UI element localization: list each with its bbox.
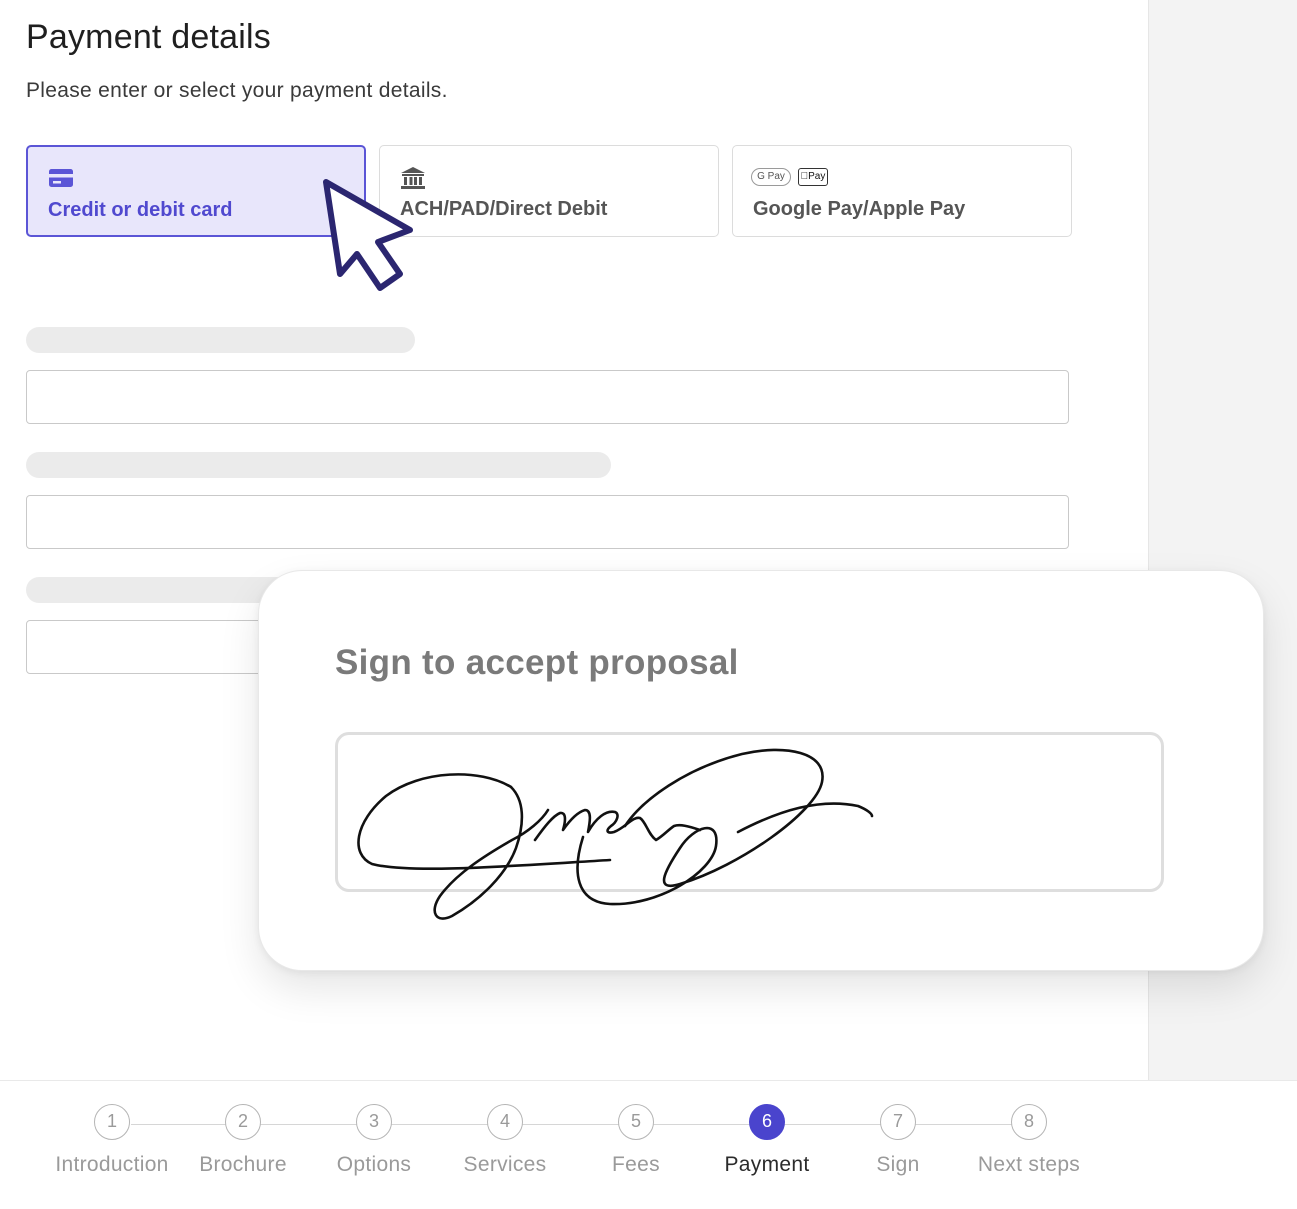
google-pay-icon: G Pay: [751, 168, 791, 186]
step-number: 3: [356, 1104, 392, 1140]
apple-pay-icon: Pay: [798, 168, 828, 186]
payment-method-label: Credit or debit card: [48, 199, 233, 221]
field-label-placeholder: [26, 327, 415, 353]
step-label: Payment: [724, 1153, 810, 1176]
step-services[interactable]: 4 Services: [435, 1104, 575, 1177]
step-number: 6: [749, 1104, 785, 1140]
signature-card: Sign to accept proposal: [258, 570, 1264, 971]
step-number: 8: [1011, 1104, 1047, 1140]
form-field[interactable]: [26, 370, 1069, 424]
step-number: 2: [225, 1104, 261, 1140]
step-options[interactable]: 3 Options: [304, 1104, 444, 1177]
step-sign[interactable]: 7 Sign: [828, 1104, 968, 1177]
field-label-placeholder: [26, 452, 611, 478]
payment-method-label: ACH/PAD/Direct Debit: [400, 198, 608, 220]
step-label: Next steps: [977, 1153, 1081, 1176]
payment-method-ach[interactable]: ACH/PAD/Direct Debit: [379, 145, 719, 237]
signature-title: Sign to accept proposal: [335, 643, 739, 682]
step-next-steps[interactable]: 8 Next steps: [959, 1104, 1099, 1177]
step-label: Options: [336, 1153, 412, 1176]
step-label: Fees: [612, 1153, 660, 1176]
credit-card-icon: [48, 167, 74, 194]
step-brochure[interactable]: 2 Brochure: [173, 1104, 313, 1177]
page-subtitle: Please enter or select your payment deta…: [26, 79, 448, 102]
progress-stepper: 1 Introduction 2 Brochure 3 Options 4 Se…: [0, 1080, 1297, 1209]
step-number: 1: [94, 1104, 130, 1140]
payment-method-card[interactable]: Credit or debit card: [26, 145, 366, 237]
step-label: Services: [463, 1153, 547, 1176]
step-label: Brochure: [199, 1153, 287, 1176]
step-introduction[interactable]: 1 Introduction: [42, 1104, 182, 1177]
step-fees[interactable]: 5 Fees: [566, 1104, 706, 1177]
payment-method-wallet[interactable]: G Pay Pay Google Pay/Apple Pay: [732, 145, 1072, 237]
page-title: Payment details: [26, 18, 271, 56]
step-number: 4: [487, 1104, 523, 1140]
mouse-pointer-icon: [323, 179, 413, 291]
step-label: Introduction: [55, 1153, 169, 1176]
step-payment[interactable]: 6 Payment: [697, 1104, 837, 1177]
step-number: 5: [618, 1104, 654, 1140]
step-label: Sign: [876, 1153, 920, 1176]
form-field[interactable]: [26, 495, 1069, 549]
signature-pad[interactable]: [335, 732, 1164, 892]
step-number: 7: [880, 1104, 916, 1140]
payment-method-label: Google Pay/Apple Pay: [753, 198, 966, 220]
